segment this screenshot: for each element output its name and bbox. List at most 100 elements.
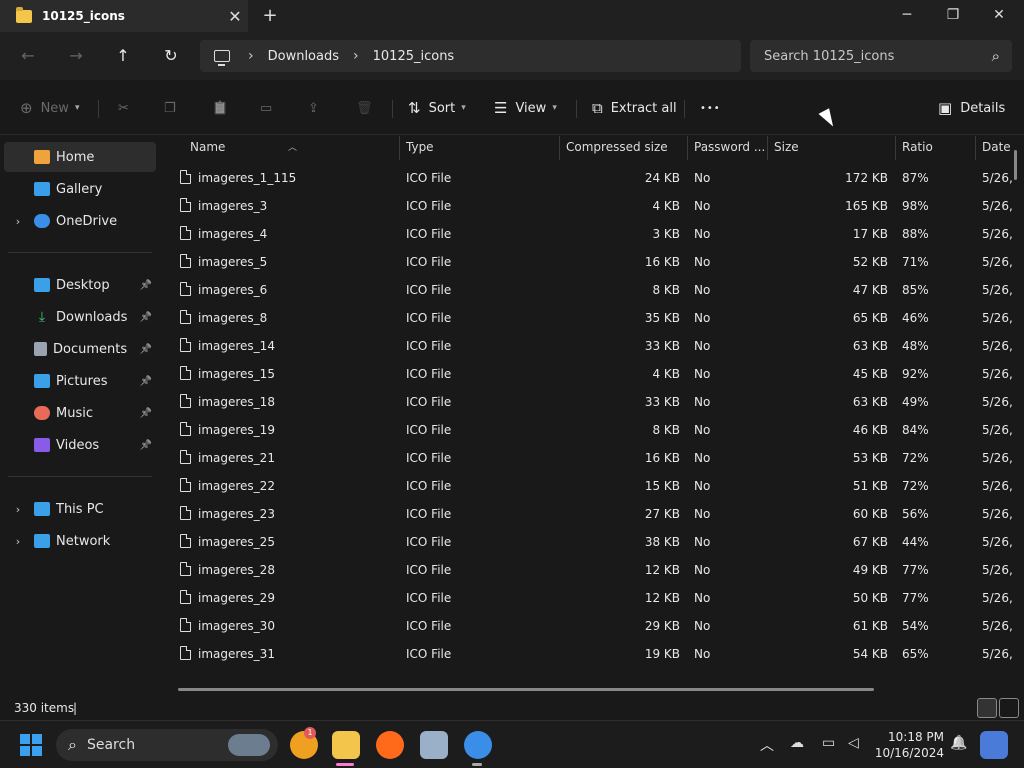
table-row[interactable]: imageres_21 ICO File 16 KB No 53 KB 72% 5/26,	[160, 444, 1024, 472]
volume-icon[interactable]: ◁	[848, 735, 859, 751]
table-row[interactable]: imageres_23 ICO File 27 KB No 60 KB 56% 5/26,	[160, 500, 1024, 528]
file-ratio: 72%	[902, 479, 929, 493]
forward-button[interactable]: →	[60, 40, 92, 72]
taskbar-search-input[interactable]: Search	[87, 737, 135, 753]
file-name: imageres_6	[198, 283, 268, 297]
maximize-button[interactable]: ❐	[930, 0, 976, 32]
delete-button[interactable]: 🗑	[356, 94, 373, 122]
details-view-icon[interactable]	[977, 698, 997, 718]
breadcrumb-downloads[interactable]: Downloads	[268, 49, 339, 64]
file-date: 5/26,	[982, 255, 1013, 269]
sidebar-item-pictures[interactable]: Pictures 📌	[4, 366, 156, 396]
column-date[interactable]: Date	[982, 140, 1011, 154]
chevron-right-icon[interactable]: ›	[10, 503, 26, 516]
copilot-icon[interactable]	[980, 731, 1008, 759]
file-size: 172 KB	[845, 171, 888, 185]
sidebar-item-videos[interactable]: Videos 📌	[4, 430, 156, 460]
search-input[interactable]: Search 10125_icons	[764, 49, 992, 64]
table-row[interactable]: imageres_8 ICO File 35 KB No 65 KB 46% 5/26,	[160, 304, 1024, 332]
paste-button[interactable]: 📋	[212, 94, 228, 122]
sidebar-item-network[interactable]: › Network	[4, 526, 156, 556]
close-window-button[interactable]: ✕	[976, 0, 1022, 32]
column-name[interactable]: Name	[190, 140, 225, 154]
table-row[interactable]: imageres_5 ICO File 16 KB No 52 KB 71% 5/26,	[160, 248, 1024, 276]
column-resize-handle[interactable]	[895, 136, 896, 160]
horizontal-scrollbar[interactable]	[178, 688, 874, 691]
onedrive-offline-icon[interactable]: ☁	[790, 735, 804, 751]
share-button[interactable]: ⇪	[308, 94, 319, 122]
firefox-icon[interactable]	[376, 731, 404, 759]
table-row[interactable]: imageres_29 ICO File 12 KB No 50 KB 77% 5/26,	[160, 584, 1024, 612]
show-hidden-icons-icon[interactable]: ︿	[760, 735, 774, 755]
column-type[interactable]: Type	[406, 140, 434, 154]
sidebar-item-gallery[interactable]: Gallery	[4, 174, 156, 204]
table-row[interactable]: imageres_28 ICO File 12 KB No 49 KB 77% 5/26,	[160, 556, 1024, 584]
table-row[interactable]: imageres_18 ICO File 33 KB No 63 KB 49% 5/26,	[160, 388, 1024, 416]
pin-icon: 📌	[139, 375, 152, 387]
clock[interactable]: 10:18 PM 10/16/2024	[872, 729, 944, 761]
tab-10125-icons[interactable]: 10125_icons ✕	[0, 0, 248, 32]
more-options-button[interactable]: •••	[700, 94, 721, 122]
chrome-icon[interactable]	[464, 731, 492, 759]
file-ratio: 87%	[902, 171, 929, 185]
column-resize-handle[interactable]	[975, 136, 976, 160]
sort-button[interactable]: ⇅ Sort ▾	[408, 94, 466, 122]
column-size[interactable]: Size	[774, 140, 799, 154]
table-row[interactable]: imageres_30 ICO File 29 KB No 61 KB 54% 5/26,	[160, 612, 1024, 640]
view-button[interactable]: ☰ View ▾	[494, 94, 557, 122]
table-row[interactable]: imageres_31 ICO File 19 KB No 54 KB 65% 5/26,	[160, 640, 1024, 668]
tab-close-button[interactable]: ✕	[222, 7, 248, 26]
file-explorer-icon[interactable]	[332, 731, 360, 759]
rename-button[interactable]: ▭	[260, 94, 272, 122]
notification-bell-icon[interactable]: 🔔	[950, 735, 967, 751]
new-tab-button[interactable]: +	[258, 4, 282, 28]
back-button[interactable]: ←	[12, 40, 44, 72]
column-ratio[interactable]: Ratio	[902, 140, 933, 154]
table-row[interactable]: imageres_22 ICO File 15 KB No 51 KB 72% 5/26,	[160, 472, 1024, 500]
table-row[interactable]: imageres_14 ICO File 33 KB No 63 KB 48% 5/26,	[160, 332, 1024, 360]
sidebar-item-music[interactable]: Music 📌	[4, 398, 156, 428]
refresh-button[interactable]: ↻	[155, 40, 187, 72]
network-icon[interactable]: ▭	[822, 735, 835, 751]
column-resize-handle[interactable]	[559, 136, 560, 160]
column-password[interactable]: Password ...	[694, 140, 765, 154]
new-button[interactable]: ⊕ New ▾	[20, 94, 79, 122]
sidebar-item-home[interactable]: Home	[4, 142, 156, 172]
sidebar-item-this-pc[interactable]: › This PC	[4, 494, 156, 524]
chevron-right-icon[interactable]: ›	[10, 535, 26, 548]
sidebar-item-onedrive[interactable]: › OneDrive	[4, 206, 156, 236]
table-row[interactable]: imageres_15 ICO File 4 KB No 45 KB 92% 5/26,	[160, 360, 1024, 388]
column-compressed-size[interactable]: Compressed size	[566, 140, 668, 154]
column-resize-handle[interactable]	[687, 136, 688, 160]
table-row[interactable]: imageres_19 ICO File 8 KB No 46 KB 84% 5/26,	[160, 416, 1024, 444]
cut-button[interactable]: ✂	[118, 94, 129, 122]
windows-start-icon[interactable]	[20, 734, 42, 756]
search-box[interactable]: Search 10125_icons ⌕	[750, 40, 1012, 72]
column-resize-handle[interactable]	[399, 136, 400, 160]
taskbar-search[interactable]: ⌕ Search	[56, 729, 278, 761]
table-row[interactable]: imageres_25 ICO File 38 KB No 67 KB 44% 5/26,	[160, 528, 1024, 556]
table-row[interactable]: imageres_3 ICO File 4 KB No 165 KB 98% 5/26,	[160, 192, 1024, 220]
file-type: ICO File	[406, 283, 452, 297]
file-icon	[180, 506, 191, 520]
copy-button[interactable]: ❐	[164, 94, 176, 122]
vertical-scrollbar[interactable]	[1014, 150, 1017, 180]
minimize-button[interactable]: ─	[884, 0, 930, 32]
table-row[interactable]: imageres_6 ICO File 8 KB No 47 KB 85% 5/26,	[160, 276, 1024, 304]
address-bar[interactable]: › Downloads › 10125_icons	[200, 40, 741, 72]
tiles-view-icon[interactable]	[999, 698, 1019, 718]
breadcrumb-10125-icons[interactable]: 10125_icons	[373, 49, 455, 64]
extract-all-button[interactable]: ⧉ Extract all	[592, 94, 677, 122]
up-button[interactable]: ↑	[107, 40, 139, 72]
sidebar-item-downloads[interactable]: ⤓ Downloads 📌	[4, 302, 156, 332]
column-resize-handle[interactable]	[767, 136, 768, 160]
sidebar-item-desktop[interactable]: Desktop 📌	[4, 270, 156, 300]
details-pane-button[interactable]: ▣ Details	[938, 94, 1005, 122]
chevron-right-icon[interactable]: ›	[10, 215, 26, 228]
table-row[interactable]: imageres_1_115 ICO File 24 KB No 172 KB 87% 5/…	[160, 164, 1024, 192]
file-icon	[180, 422, 191, 436]
tab-title: 10125_icons	[42, 9, 125, 23]
sidebar-item-documents[interactable]: Documents 📌	[4, 334, 156, 364]
table-row[interactable]: imageres_4 ICO File 3 KB No 17 KB 88% 5/26,	[160, 220, 1024, 248]
archive-app-icon[interactable]	[420, 731, 448, 759]
